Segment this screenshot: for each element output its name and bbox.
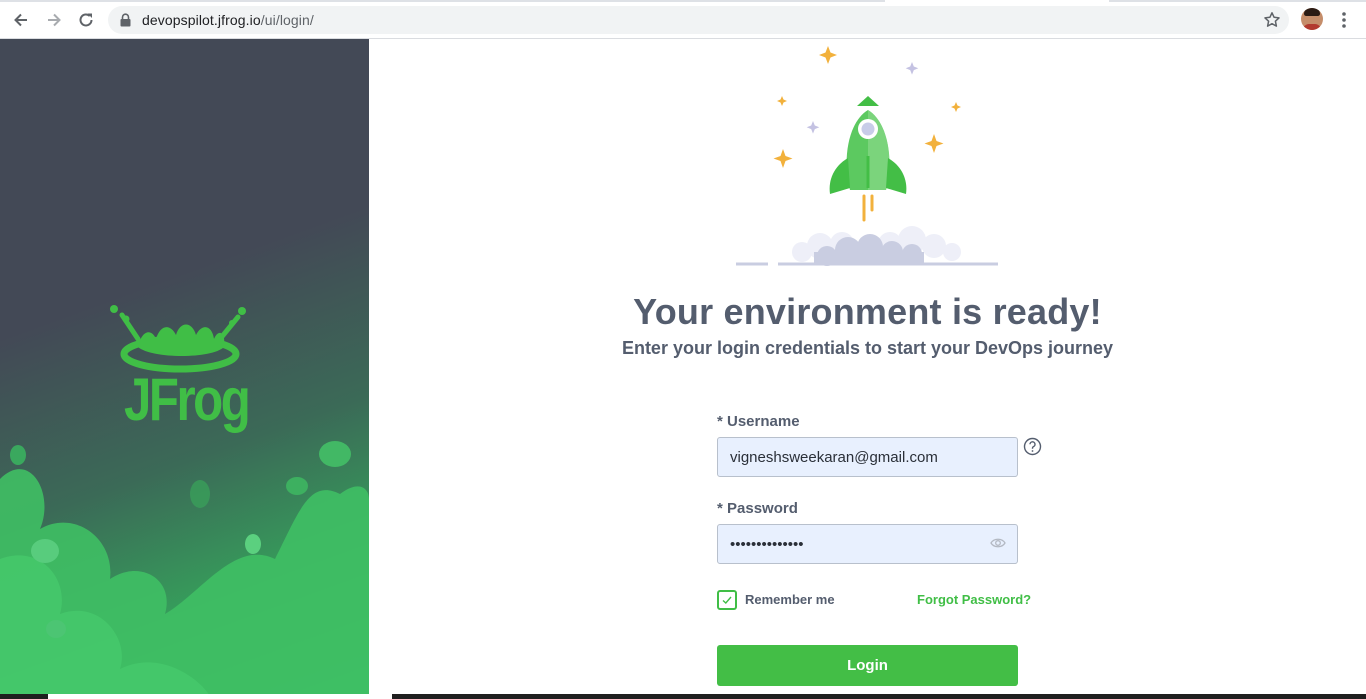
star-icon [905, 62, 919, 75]
star-icon [819, 46, 837, 64]
star-icon [806, 121, 820, 134]
forgot-password-link[interactable]: Forgot Password? [917, 592, 1031, 607]
checkmark-icon [722, 596, 732, 604]
lock-icon [120, 13, 131, 27]
star-icon [773, 149, 793, 168]
password-label: * Password [717, 500, 798, 517]
profile-avatar[interactable] [1301, 8, 1323, 30]
username-label: * Username [717, 413, 800, 430]
back-arrow-icon[interactable] [9, 8, 33, 32]
login-button[interactable]: Login [717, 645, 1018, 686]
rocket-launch-illustration [736, 46, 998, 266]
username-input[interactable] [717, 437, 1018, 477]
forward-arrow-icon[interactable] [42, 8, 66, 32]
url-host: devopspilot.jfrog.io [142, 12, 261, 28]
star-icon[interactable] [1263, 11, 1281, 29]
star-icon [924, 134, 944, 153]
brand-panel: JFrog [0, 39, 369, 696]
password-input[interactable] [717, 524, 1018, 564]
remember-me-label[interactable]: Remember me [745, 592, 835, 607]
help-question-icon[interactable] [1023, 437, 1042, 456]
page-subtitle: Enter your login credentials to start yo… [621, 338, 1114, 358]
page-title: Your environment is ready! [633, 291, 1102, 332]
star-icon [777, 96, 787, 106]
browser-toolbar: devopspilot.jfrog.io/ui/login/ [0, 0, 1366, 39]
address-bar[interactable]: devopspilot.jfrog.io/ui/login/ [108, 6, 1289, 34]
remember-me-checkbox[interactable] [717, 590, 737, 610]
url-path: /ui/login/ [260, 12, 314, 28]
reload-icon[interactable] [74, 8, 98, 32]
kebab-menu-icon[interactable] [1336, 8, 1352, 32]
taskbar-edge [0, 694, 1366, 699]
tab-strip-edge [0, 0, 1366, 2]
url-text: devopspilot.jfrog.io/ui/login/ [142, 12, 314, 28]
show-password-eye-icon[interactable] [990, 536, 1006, 550]
jfrog-wordmark: JFrog [124, 366, 251, 433]
star-icon [951, 102, 961, 112]
